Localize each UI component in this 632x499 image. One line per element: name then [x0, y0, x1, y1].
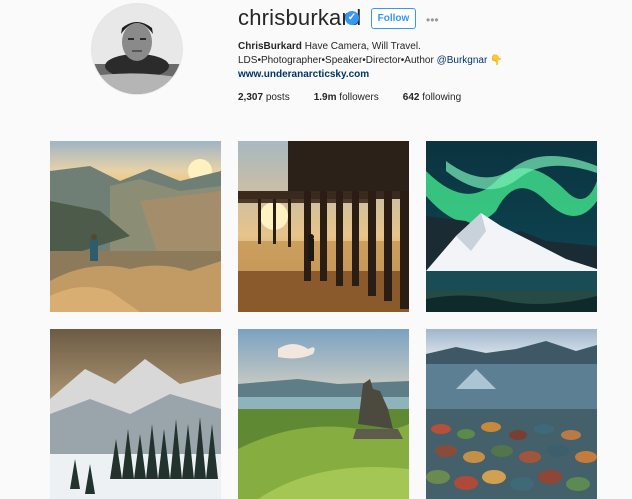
post-thumbnail[interactable]: [426, 141, 597, 312]
posts-count: 2,307: [238, 92, 264, 103]
following-count: 642: [402, 92, 420, 103]
following-stat[interactable]: 642 following: [403, 92, 461, 103]
more-options-icon[interactable]: •••: [426, 13, 439, 27]
hand-pointing-icon: 👇: [490, 55, 503, 66]
followers-stat[interactable]: 1.9m followers: [314, 92, 379, 103]
post-thumbnail[interactable]: [426, 329, 597, 499]
profile-full-name: ChrisBurkard: [238, 41, 302, 52]
followers-count: 1.9m: [313, 92, 337, 103]
verified-badge-icon: ✓: [345, 11, 359, 25]
posts-label: posts: [265, 92, 290, 103]
post-thumbnail[interactable]: [238, 141, 409, 312]
mention-link[interactable]: @Burkgnar: [437, 55, 488, 66]
profile-stats: 2,307 posts 1.9m followers 642 following: [238, 92, 485, 103]
follow-button[interactable]: Follow: [371, 8, 416, 29]
post-thumbnail[interactable]: [238, 329, 409, 499]
profile-username: chrisburkard: [238, 5, 362, 30]
bio-roles: LDS•Photographer•Speaker•Director•Author: [238, 55, 437, 66]
following-label: following: [422, 92, 462, 103]
post-thumbnail[interactable]: [50, 329, 221, 499]
bio-text: Have Camera, Will Travel.: [304, 41, 421, 52]
posts-stat: 2,307 posts: [238, 92, 290, 103]
post-thumbnail[interactable]: [50, 141, 221, 312]
bio-line-2: LDS•Photographer•Speaker•Director•Author…: [238, 55, 503, 66]
profile-avatar[interactable]: [91, 3, 183, 95]
website-link[interactable]: www.underanarcticsky.com: [238, 69, 369, 80]
bio-line-1: ChrisBurkard Have Camera, Will Travel.: [238, 41, 421, 52]
followers-label: followers: [339, 92, 379, 103]
